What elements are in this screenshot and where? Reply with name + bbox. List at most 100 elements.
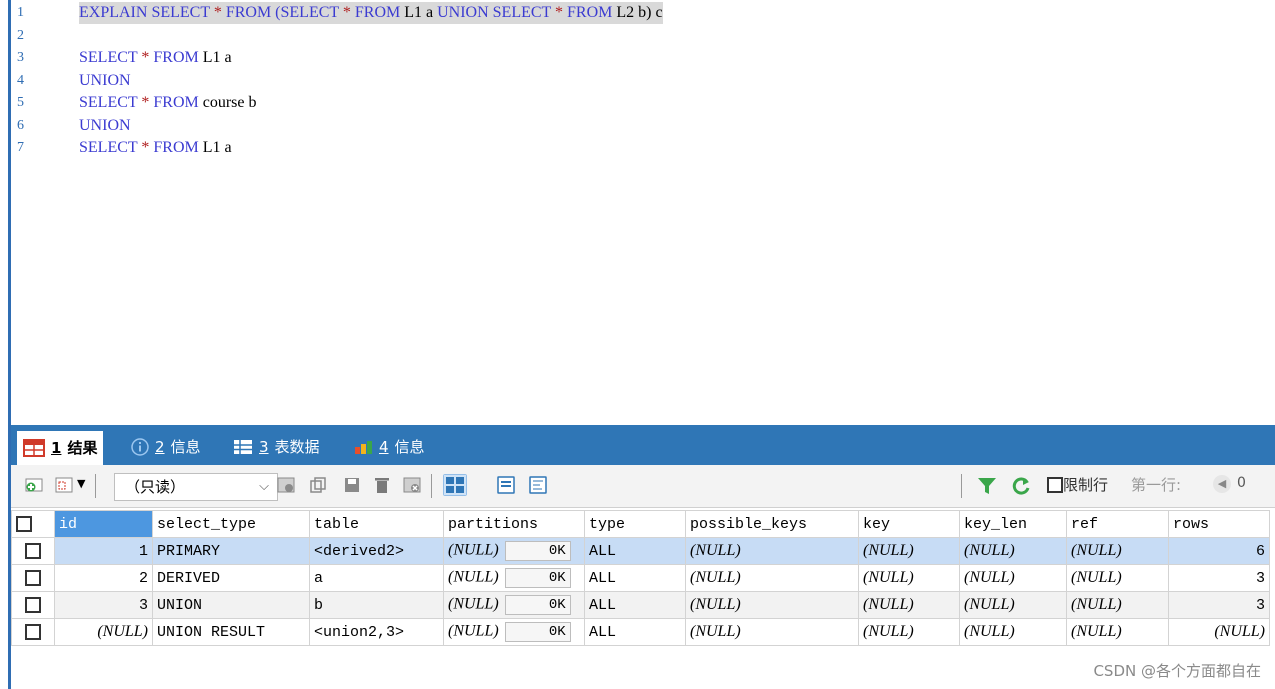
cell-table[interactable]: b <box>309 591 444 619</box>
save-icon[interactable] <box>343 476 361 494</box>
cell-possible-keys[interactable]: (NULL) <box>685 591 859 619</box>
sql-editor[interactable]: 1 EXPLAIN SELECT * FROM (SELECT * FROM L1… <box>11 0 1275 425</box>
cell-possible-keys[interactable]: (NULL) <box>685 564 859 592</box>
grid-view-icon[interactable] <box>443 474 467 496</box>
column-header-rows[interactable]: rows <box>1168 510 1270 538</box>
row-checkbox[interactable] <box>25 596 41 613</box>
cell-table[interactable]: <union2,3> <box>309 618 444 646</box>
refresh-icon[interactable] <box>1011 476 1031 496</box>
editor-line[interactable]: 7 SELECT * FROM L1 a <box>11 137 1011 159</box>
column-header-id[interactable]: id <box>54 510 153 538</box>
column-header-key-len[interactable]: key_len <box>959 510 1067 538</box>
form-view-icon[interactable] <box>497 476 515 494</box>
column-header-partitions[interactable]: partitions <box>443 510 585 538</box>
cell-select-type[interactable]: UNION <box>152 591 310 619</box>
cell-rows[interactable]: 3 <box>1168 591 1270 619</box>
size-field[interactable]: 0K <box>504 595 571 615</box>
row-checkbox-cell[interactable] <box>11 537 55 565</box>
cell-table[interactable]: <derived2> <box>309 537 444 565</box>
size-field[interactable]: 0K <box>504 541 571 561</box>
editor-line[interactable]: 6 UNION <box>11 115 1011 137</box>
cell-possible-keys[interactable]: (NULL) <box>685 618 859 646</box>
editor-line[interactable]: 4 UNION <box>11 70 1011 92</box>
cell-key[interactable]: (NULL) <box>858 564 960 592</box>
cell-type[interactable]: ALL <box>584 591 686 619</box>
cell-select-type[interactable]: UNION RESULT <box>152 618 310 646</box>
column-header-key[interactable]: key <box>858 510 960 538</box>
editor-line[interactable]: 1 EXPLAIN SELECT * FROM (SELECT * FROM L1… <box>11 2 1011 24</box>
cell-ref[interactable]: (NULL) <box>1066 618 1169 646</box>
columns-icon[interactable] <box>55 476 73 494</box>
size-field[interactable]: 0K <box>504 622 571 642</box>
limit-rows-checkbox[interactable] <box>1047 477 1063 493</box>
save-grid-icon[interactable] <box>277 476 295 494</box>
editor-line[interactable]: 3 SELECT * FROM L1 a <box>11 47 1011 69</box>
table-row[interactable]: 3 UNION b (NULL) 0K ALL (NULL) (NULL) (NULL) (NUL… <box>11 591 1270 619</box>
cell-rows[interactable]: 6 <box>1168 537 1270 565</box>
tab-info-1[interactable]: 2 信息 <box>131 433 201 461</box>
cell-type[interactable]: ALL <box>584 537 686 565</box>
column-header-select-type[interactable]: select_type <box>152 510 310 538</box>
column-header-ref[interactable]: ref <box>1066 510 1169 538</box>
readonly-select[interactable]: （只读） ⌵ <box>114 473 278 501</box>
cell-type[interactable]: ALL <box>584 564 686 592</box>
chevron-down-icon: ⌵ <box>259 479 269 494</box>
row-checkbox[interactable] <box>25 569 41 586</box>
cell-table[interactable]: a <box>309 564 444 592</box>
copy-row-icon[interactable] <box>309 476 327 494</box>
cell-ref[interactable]: (NULL) <box>1066 591 1169 619</box>
select-all-checkbox-cell[interactable] <box>11 510 55 538</box>
table-row[interactable]: 2 DERIVED a (NULL) 0K ALL (NULL) (NULL) (NULL) (N… <box>11 564 1270 592</box>
column-header-type[interactable]: type <box>584 510 686 538</box>
tab-results[interactable]: 1 结果 <box>17 431 104 465</box>
tab-info-2[interactable]: 4 信息 <box>353 433 425 461</box>
column-header-table[interactable]: table <box>309 510 444 538</box>
cell-id[interactable]: 3 <box>54 591 153 619</box>
size-field[interactable]: 0K <box>504 568 571 588</box>
editor-line[interactable]: 2 <box>11 25 1011 47</box>
cell-key[interactable]: (NULL) <box>858 591 960 619</box>
row-checkbox-cell[interactable] <box>11 618 55 646</box>
cell-partitions[interactable]: (NULL) 0K <box>443 591 585 619</box>
cell-partitions[interactable]: (NULL) 0K <box>443 564 585 592</box>
cell-select-type[interactable]: PRIMARY <box>152 537 310 565</box>
cell-id[interactable]: 2 <box>54 564 153 592</box>
cell-key-len[interactable]: (NULL) <box>959 618 1067 646</box>
cell-key[interactable]: (NULL) <box>858 618 960 646</box>
cell-id[interactable]: (NULL) <box>54 618 153 646</box>
cell-possible-keys[interactable]: (NULL) <box>685 537 859 565</box>
first-row-value[interactable]: 0 <box>1237 475 1246 491</box>
cell-ref[interactable]: (NULL) <box>1066 537 1169 565</box>
cell-ref[interactable]: (NULL) <box>1066 564 1169 592</box>
row-checkbox[interactable] <box>25 623 41 640</box>
dropdown-caret-icon[interactable]: ▼ <box>77 477 85 490</box>
cell-key[interactable]: (NULL) <box>858 537 960 565</box>
column-header-possible-keys[interactable]: possible_keys <box>685 510 859 538</box>
first-row-label: 第一行: <box>1131 476 1182 494</box>
row-checkbox-cell[interactable] <box>11 591 55 619</box>
filter-icon[interactable] <box>977 476 997 496</box>
delete-trash-icon[interactable] <box>373 476 391 494</box>
cell-partitions[interactable]: (NULL) 0K <box>443 618 585 646</box>
row-checkbox[interactable] <box>25 542 41 559</box>
editor-line[interactable]: 5 SELECT * FROM course b <box>11 92 1011 114</box>
add-row-icon[interactable] <box>25 476 43 494</box>
cell-key-len[interactable]: (NULL) <box>959 537 1067 565</box>
table-row[interactable]: (NULL) UNION RESULT <union2,3> (NULL) 0K ALL(… <box>11 618 1270 646</box>
cell-key-len[interactable]: (NULL) <box>959 564 1067 592</box>
cell-partitions[interactable]: (NULL) 0K <box>443 537 585 565</box>
cancel-changes-icon[interactable] <box>403 476 421 494</box>
previous-page-icon[interactable]: ◀ <box>1213 475 1231 493</box>
table-row[interactable]: 1 PRIMARY <derived2> (NULL) 0K ALL (NULL) (NULL… <box>11 537 1270 565</box>
cell-key-len[interactable]: (NULL) <box>959 591 1067 619</box>
text-view-icon[interactable] <box>529 476 547 494</box>
tab-table-data[interactable]: 3 表数据 <box>233 433 320 461</box>
cell-rows[interactable]: 3 <box>1168 564 1270 592</box>
cell-id[interactable]: 1 <box>54 537 153 565</box>
row-checkbox-cell[interactable] <box>11 564 55 592</box>
sql-identifier: L2 b) c <box>616 4 663 21</box>
select-all-checkbox[interactable] <box>16 515 32 532</box>
cell-select-type[interactable]: DERIVED <box>152 564 310 592</box>
cell-type[interactable]: ALL <box>584 618 686 646</box>
cell-rows[interactable]: (NULL) <box>1168 618 1270 646</box>
